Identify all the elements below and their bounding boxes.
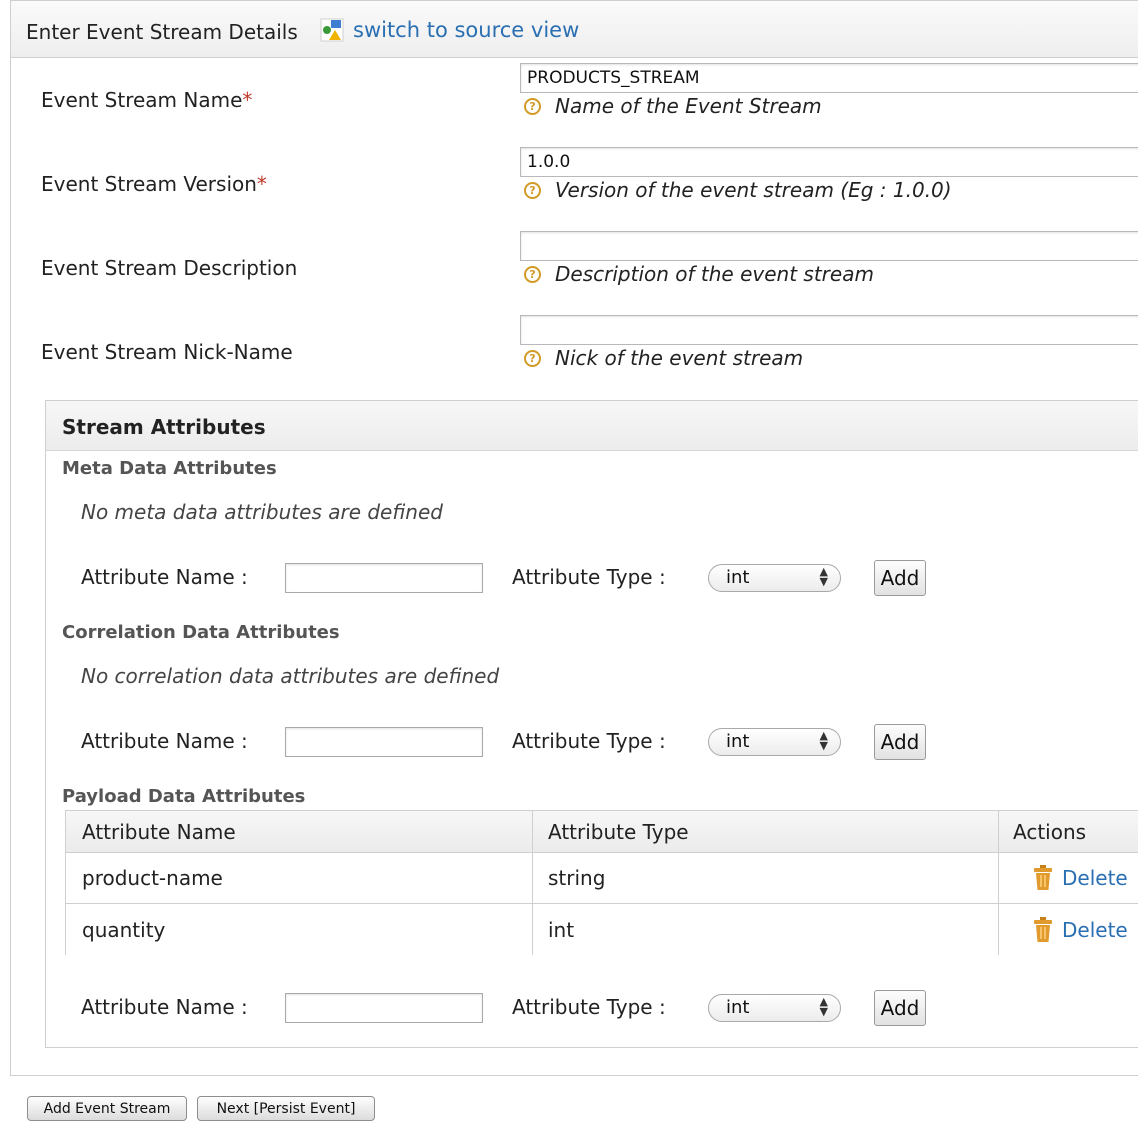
event-stream-nickname-label: Event Stream Nick-Name (41, 340, 293, 364)
help-icon: ? (524, 97, 541, 115)
select-value: int (726, 731, 750, 752)
payload-add-button[interactable]: Add (874, 990, 926, 1026)
help-text: Nick of the event stream (555, 346, 804, 370)
correlation-data-empty-message: No correlation data attributes are defin… (81, 664, 500, 688)
source-view-icon (320, 18, 344, 42)
footer-divider (10, 1075, 1138, 1076)
trash-icon (1034, 865, 1052, 890)
stream-attributes-header: Stream Attributes (46, 401, 1138, 451)
event-stream-nickname-help: ? Nick of the event stream (524, 346, 803, 370)
meta-attribute-type-label: Attribute Type : (512, 565, 666, 589)
event-stream-name-input[interactable] (520, 63, 1138, 93)
select-arrows-icon: ▲ ▼ (819, 995, 828, 1018)
event-stream-version-help: ? Version of the event stream (Eg : 1.0.… (524, 178, 952, 202)
payload-attribute-type-label: Attribute Type : (512, 995, 666, 1019)
meta-data-title: Meta Data Attributes (62, 458, 277, 479)
correlation-attribute-type-select[interactable]: int ▲ ▼ (708, 728, 841, 756)
event-stream-name-label: Event Stream Name* (41, 88, 253, 112)
meta-add-button[interactable]: Add (874, 560, 926, 596)
correlation-add-button[interactable]: Add (874, 724, 926, 760)
payload-attribute-name-input[interactable] (285, 993, 483, 1023)
form-title: Enter Event Stream Details (26, 20, 298, 44)
help-icon: ? (524, 349, 541, 367)
event-stream-description-label: Event Stream Description (41, 256, 298, 280)
event-stream-version-label: Event Stream Version* (41, 172, 267, 196)
event-stream-description-help: ? Description of the event stream (524, 262, 874, 286)
help-text: Version of the event stream (Eg : 1.0.0) (555, 178, 952, 202)
meta-attribute-name-label: Attribute Name : (81, 565, 248, 589)
select-arrows-icon: ▲ ▼ (819, 565, 828, 588)
payload-attribute-type-select[interactable]: int ▲ ▼ (708, 994, 841, 1022)
switch-to-source-view-link[interactable]: switch to source view (319, 17, 579, 43)
help-icon: ? (524, 265, 541, 283)
attribute-type-cell: int (548, 917, 575, 942)
required-mark: * (242, 88, 253, 112)
attribute-type-cell: string (548, 866, 606, 890)
form-header: Enter Event Stream Details switch to sou… (10, 0, 1138, 58)
column-header-attribute-name: Attribute Name (82, 819, 236, 844)
delete-attribute-link[interactable]: Delete (1032, 865, 1128, 891)
delete-label: Delete (1062, 917, 1128, 942)
source-view-link-label: switch to source view (353, 18, 580, 42)
event-stream-nickname-input[interactable] (520, 315, 1138, 345)
required-mark: * (256, 172, 267, 196)
meta-attribute-name-input[interactable] (285, 563, 483, 593)
event-stream-version-input[interactable] (520, 147, 1138, 177)
stream-attributes-title: Stream Attributes (62, 415, 266, 439)
meta-data-empty-message: No meta data attributes are defined (81, 500, 443, 524)
next-persist-event-button[interactable]: Next [Persist Event] (197, 1096, 375, 1121)
help-icon: ? (524, 181, 541, 199)
payload-attribute-name-label: Attribute Name : (81, 995, 248, 1019)
event-stream-name-help: ? Name of the Event Stream (524, 94, 822, 118)
table-row: quantity int Delete (66, 904, 1138, 955)
column-header-actions: Actions (1013, 819, 1087, 844)
add-event-stream-button[interactable]: Add Event Stream (27, 1096, 187, 1121)
correlation-data-title: Correlation Data Attributes (62, 622, 340, 643)
attribute-name-cell: quantity (82, 917, 166, 942)
select-value: int (726, 567, 750, 588)
table-row: product-name string Delete (66, 853, 1138, 904)
help-text: Description of the event stream (555, 262, 874, 286)
select-value: int (726, 997, 750, 1018)
table-header: Attribute Name Attribute Type Actions (66, 811, 1138, 853)
payload-attributes-table: Attribute Name Attribute Type Actions pr… (65, 810, 1138, 955)
event-stream-description-input[interactable] (520, 231, 1138, 261)
help-text: Name of the Event Stream (555, 94, 822, 118)
column-header-attribute-type: Attribute Type (548, 819, 689, 844)
delete-attribute-link[interactable]: Delete (1032, 916, 1128, 943)
payload-data-title: Payload Data Attributes (62, 786, 306, 807)
correlation-attribute-name-label: Attribute Name : (81, 729, 248, 753)
attribute-name-cell: product-name (82, 866, 223, 890)
trash-icon (1034, 916, 1052, 942)
meta-attribute-type-select[interactable]: int ▲ ▼ (708, 564, 841, 592)
correlation-attribute-type-label: Attribute Type : (512, 729, 666, 753)
delete-label: Delete (1062, 866, 1128, 890)
select-arrows-icon: ▲ ▼ (819, 729, 828, 752)
correlation-attribute-name-input[interactable] (285, 727, 483, 757)
